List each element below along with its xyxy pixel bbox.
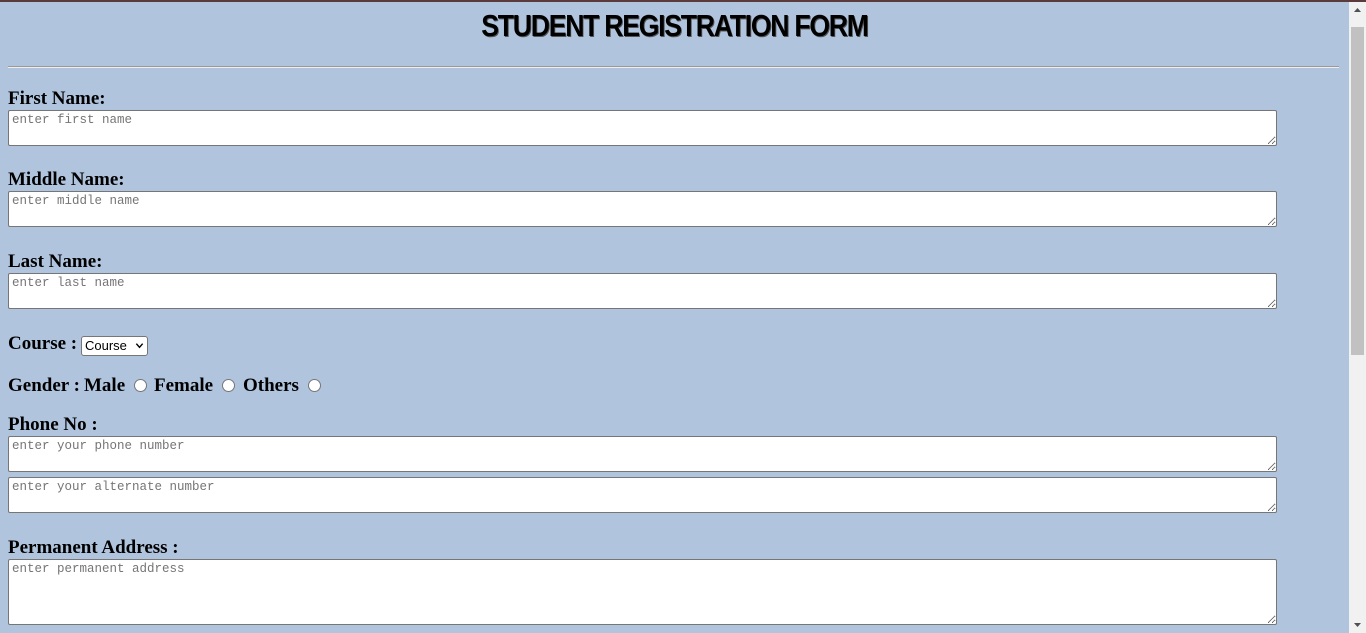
gender-label: Gender : [8,375,80,396]
permanent-address-field[interactable] [8,559,1277,625]
last-name-field[interactable] [8,273,1277,309]
middle-name-field[interactable] [8,191,1277,227]
course-label: Course : [8,333,78,354]
chevron-down-icon [135,343,144,349]
alternate-phone-field[interactable] [8,477,1277,513]
gender-option-male-label: Male [84,375,126,396]
gender-radio-female[interactable] [222,379,235,392]
horizontal-rule [8,66,1339,68]
phone-label: Phone No : [8,414,98,435]
gender-option-others-label: Others [243,375,299,396]
course-select-value: Course [85,338,127,353]
arrow-up-icon[interactable] [1349,2,1366,19]
scrollbar-thumb[interactable] [1351,27,1364,355]
gender-radio-others[interactable] [308,379,321,392]
first-name-field[interactable] [8,110,1277,146]
gender-option-female-label: Female [154,375,214,396]
vertical-scrollbar[interactable] [1349,2,1366,633]
page-title: STUDENT REGISTRATION FORM [481,8,869,43]
phone-field[interactable] [8,436,1277,472]
arrow-down-icon[interactable] [1349,616,1366,633]
middle-name-label: Middle Name: [8,169,125,190]
registration-page: STUDENT REGISTRATION FORM First Name: Mi… [0,2,1349,633]
course-select[interactable]: Course [81,336,148,356]
gender-radio-male[interactable] [134,379,147,392]
last-name-label: Last Name: [8,251,103,272]
first-name-label: First Name: [8,88,106,109]
permanent-address-label: Permanent Address : [8,537,179,558]
